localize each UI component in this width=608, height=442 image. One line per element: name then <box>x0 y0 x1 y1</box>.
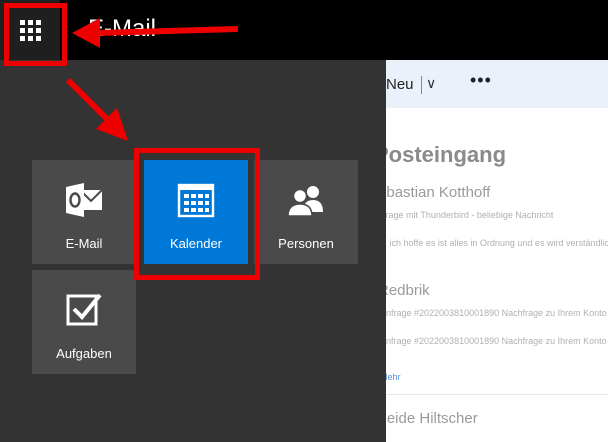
arrow-to-launcher-icon <box>72 18 239 48</box>
annotation-arrows <box>65 18 239 141</box>
arrow-to-calendar-icon <box>65 77 128 141</box>
